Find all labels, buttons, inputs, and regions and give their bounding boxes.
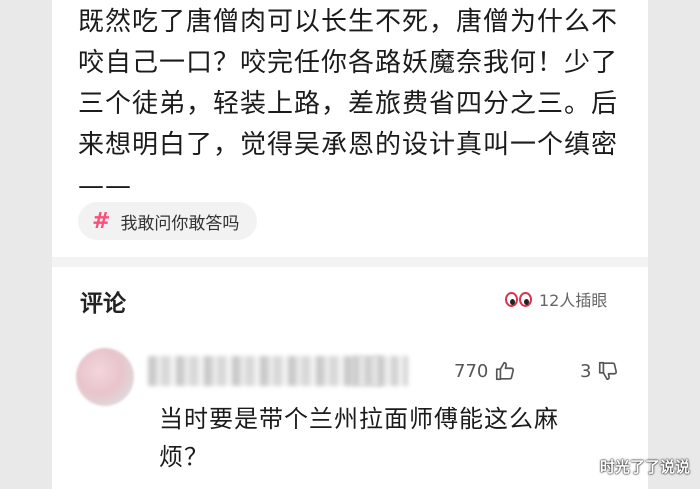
post-line: —— <box>78 171 132 201</box>
post-body: 既然吃了唐僧肉可以长生不死，唐僧为什么不 咬自己一口？咬完任你各路妖魔奈我何！少… <box>78 2 630 207</box>
hashtag-chip[interactable]: # 我敢问你敢答吗 <box>78 202 258 240</box>
post-line: 三个徒弟，轻装上路，差旅费省四分之三。后 <box>78 89 619 119</box>
post-line: 既然吃了唐僧肉可以长生不死，唐僧为什么不 <box>78 7 619 37</box>
dislike-count: 3 <box>580 360 592 382</box>
comment-line: 烦？ <box>159 443 209 471</box>
section-divider <box>52 257 648 267</box>
eyes-icon <box>505 291 533 307</box>
post-line: 咬自己一口？咬完任你各路妖魔奈我何！少了 <box>78 48 619 78</box>
dislike-button[interactable]: 3 <box>580 360 619 382</box>
like-count: 770 <box>454 360 489 382</box>
comment-text: 当时要是带个兰州拉面师傅能这么麻 烦？ <box>159 400 599 476</box>
hash-icon: # <box>92 208 111 234</box>
thumbs-down-icon <box>599 361 618 381</box>
avatar[interactable] <box>76 348 134 406</box>
stare-button[interactable]: 12人插眼 <box>505 287 607 311</box>
username-blurred[interactable] <box>148 356 384 386</box>
stare-count: 12人插眼 <box>539 291 608 310</box>
like-button[interactable]: 770 <box>454 360 516 382</box>
user-badge-blurred <box>352 356 408 386</box>
post-line: 来想明白了，觉得吴承恩的设计真叫一个缜密 <box>78 130 619 160</box>
hashtag-label: 我敢问你敢答吗 <box>120 213 240 234</box>
thumbs-up-icon <box>496 361 515 381</box>
watermark: 时光了了说说 <box>599 458 690 476</box>
comments-title: 评论 <box>80 291 126 317</box>
comment-line: 当时要是带个兰州拉面师傅能这么麻 <box>159 405 559 433</box>
